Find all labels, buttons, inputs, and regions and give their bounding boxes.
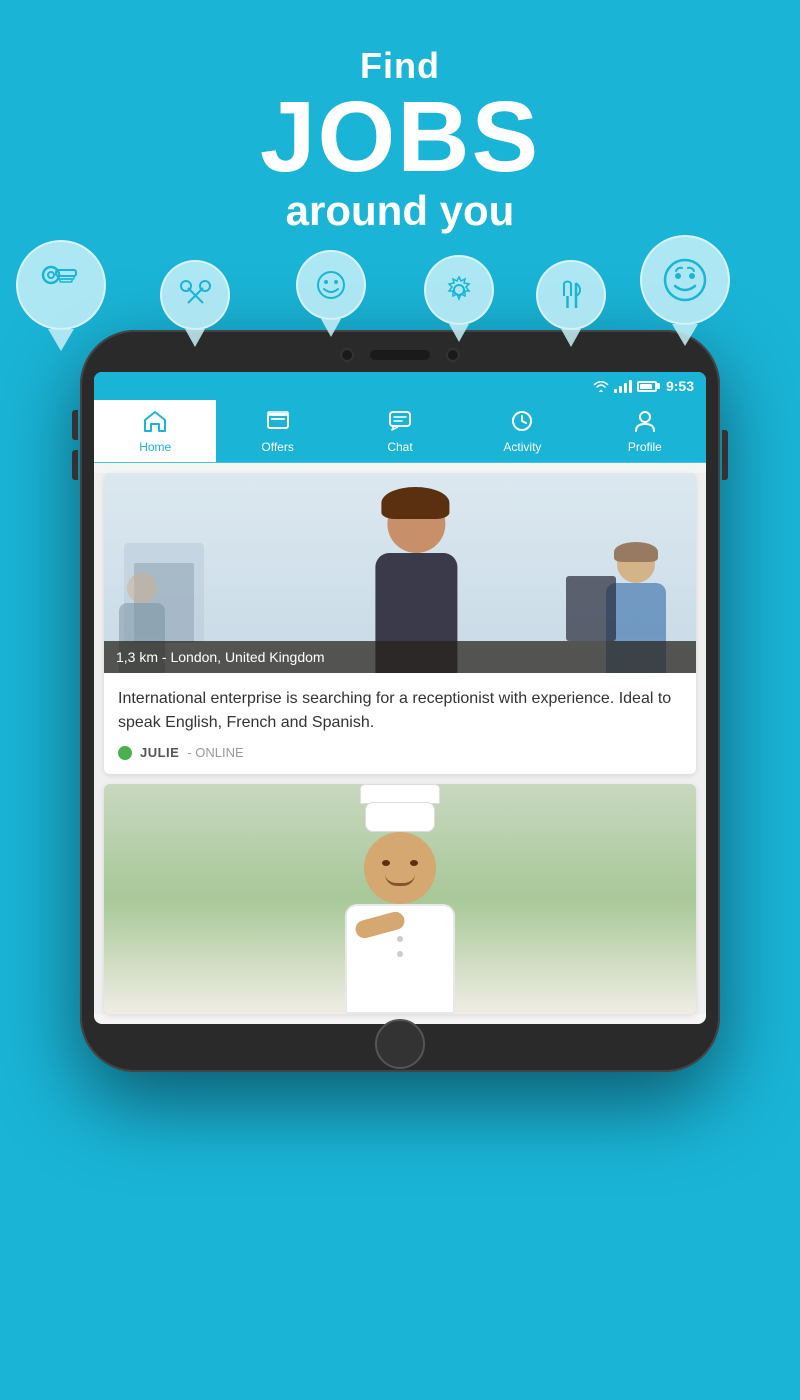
pin-tail	[185, 329, 205, 347]
job-description: International enterprise is searching fo…	[104, 673, 696, 745]
header-section: Find JOBS around you	[0, 0, 800, 235]
pin-bubble-face-large	[640, 235, 730, 325]
job-card-1[interactable]: 1,3 km - London, United Kingdom Internat…	[104, 473, 696, 774]
nav-label-activity: Activity	[503, 440, 541, 454]
pin-2	[160, 260, 230, 347]
pin-bubble-face	[296, 250, 366, 320]
phone-bottom	[94, 1024, 706, 1054]
volume-down-button	[72, 450, 78, 480]
offers-icon	[266, 410, 290, 436]
nav-item-offers[interactable]: Offers	[216, 400, 338, 462]
pin-tail	[672, 324, 698, 346]
pin-tail	[321, 319, 341, 337]
location-tag: 1,3 km - London, United Kingdom	[104, 641, 696, 673]
pin-bubble-tools	[16, 240, 106, 330]
nav-item-chat[interactable]: Chat	[339, 400, 461, 462]
profile-icon	[633, 410, 657, 436]
volume-up-button	[72, 410, 78, 440]
phone-screen: 9:53 Home	[94, 372, 706, 1024]
recruiter-status: - ONLINE	[187, 745, 243, 760]
around-label: around you	[0, 187, 800, 235]
pin-4	[424, 255, 494, 342]
nav-label-offers: Offers	[261, 440, 293, 454]
home-button[interactable]	[375, 1019, 425, 1069]
pin-5	[536, 260, 606, 347]
phone-outer: 9:53 Home	[80, 330, 720, 1072]
pin-6	[640, 235, 730, 346]
pin-bubble-gear	[424, 255, 494, 325]
home-icon	[143, 410, 167, 436]
nav-label-profile: Profile	[628, 440, 662, 454]
chat-icon	[388, 410, 412, 436]
recruiter-row: JULIE - ONLINE	[104, 745, 696, 774]
chef-image	[104, 784, 696, 1014]
bottom-nav: Home Offers	[94, 400, 706, 463]
pin-1	[16, 240, 106, 351]
nav-item-home[interactable]: Home	[94, 400, 216, 462]
pins-container	[0, 230, 800, 390]
location-text: 1,3 km - London, United Kingdom	[116, 649, 325, 665]
nav-item-profile[interactable]: Profile	[584, 400, 706, 462]
nav-label-home: Home	[139, 440, 171, 454]
pin-tail	[561, 329, 581, 347]
jobs-label: JOBS	[0, 87, 800, 187]
nav-label-chat: Chat	[387, 440, 412, 454]
pin-bubble-scissors	[160, 260, 230, 330]
job-image-1: 1,3 km - London, United Kingdom	[104, 473, 696, 673]
job-card-2[interactable]	[104, 784, 696, 1014]
online-indicator	[118, 746, 132, 760]
activity-icon	[510, 410, 534, 436]
phone-mockup: 9:53 Home	[80, 330, 720, 1072]
recruiter-name: JULIE	[140, 745, 179, 760]
pin-3	[296, 250, 366, 337]
power-button	[722, 430, 728, 480]
pin-tail	[48, 329, 74, 351]
content-area: 1,3 km - London, United Kingdom Internat…	[94, 473, 706, 1014]
pin-bubble-fork	[536, 260, 606, 330]
pin-tail	[449, 324, 469, 342]
nav-item-activity[interactable]: Activity	[461, 400, 583, 462]
